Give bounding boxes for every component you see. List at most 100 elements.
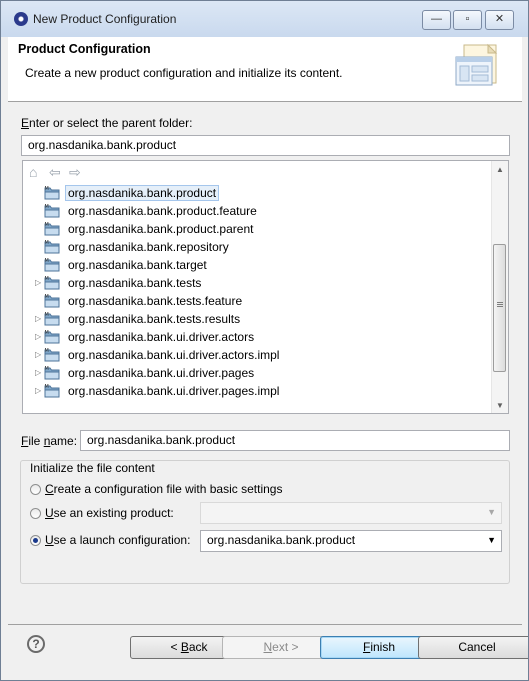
init-group-title: Initialize the file content xyxy=(29,461,156,475)
file-name-input[interactable]: org.nasdanika.bank.product xyxy=(80,430,510,451)
home-icon[interactable]: ⌂ xyxy=(29,164,37,180)
radio-basic-settings-circle[interactable] xyxy=(30,484,41,495)
maven-project-folder-icon: M xyxy=(44,347,60,362)
svg-text:M: M xyxy=(45,366,49,372)
tree-item-label: org.nasdanika.bank.ui.driver.pages xyxy=(68,366,255,380)
wizard-header: Product Configuration Create a new produ… xyxy=(8,37,522,101)
expand-arrow-icon[interactable]: ▷ xyxy=(35,332,41,341)
tree-item-label: org.nasdanika.bank.product xyxy=(64,185,220,201)
existing-product-combo[interactable]: ▼ xyxy=(200,502,502,524)
maven-project-folder-icon: M xyxy=(44,203,60,218)
scroll-thumb[interactable] xyxy=(493,244,506,372)
tree-item[interactable]: Morg.nasdanika.bank.product xyxy=(23,184,493,202)
scroll-up-arrow-icon[interactable]: ▲ xyxy=(496,165,504,174)
svg-text:M: M xyxy=(45,240,49,246)
radio-launch-configuration-text: se a launch configuration: xyxy=(53,533,191,547)
expand-arrow-icon[interactable]: ▷ xyxy=(35,314,41,323)
parent-folder-input[interactable]: org.nasdanika.bank.product xyxy=(21,135,510,156)
title-bar[interactable]: New Product Configuration — ▫ ✕ xyxy=(1,1,528,37)
workspace-tree[interactable]: ⌂ ⇦ ⇨ Morg.nasdanika.bank.product Morg.na… xyxy=(22,160,509,414)
tree-item[interactable]: ▷ Morg.nasdanika.bank.ui.driver.actors.im… xyxy=(23,346,493,364)
radio-existing-product-text: se an existing product: xyxy=(53,506,174,520)
svg-text:M: M xyxy=(45,204,49,210)
file-name-label-mid: ile xyxy=(28,434,44,448)
help-icon[interactable]: ? xyxy=(27,635,45,653)
maven-project-folder-icon: M xyxy=(44,257,60,272)
tree-item-label: org.nasdanika.bank.target xyxy=(68,258,207,272)
page-title: Product Configuration xyxy=(18,42,151,56)
file-name-label: File name: xyxy=(21,434,77,448)
radio-basic-settings-text: reate a configuration file with basic se… xyxy=(53,482,283,496)
tree-item[interactable]: Morg.nasdanika.bank.repository xyxy=(23,238,493,256)
tree-item-label: org.nasdanika.bank.ui.driver.pages.impl xyxy=(68,384,280,398)
parent-folder-label-text: nter or select the parent folder: xyxy=(29,116,193,130)
tree-item-label: org.nasdanika.bank.tests.results xyxy=(68,312,241,326)
file-name-label-rest: ame: xyxy=(50,434,78,448)
product-config-wizard-icon xyxy=(455,43,498,86)
expand-arrow-icon[interactable]: ▷ xyxy=(35,278,41,287)
finish-button-text: inish xyxy=(370,640,396,654)
tree-item[interactable]: Morg.nasdanika.bank.product.parent xyxy=(23,220,493,238)
tree-item[interactable]: Morg.nasdanika.bank.tests.feature xyxy=(23,292,493,310)
radio-basic-settings-label[interactable]: Create a configuration file with basic s… xyxy=(45,482,282,496)
maven-project-folder-icon: M xyxy=(44,185,60,200)
tree-item-label: org.nasdanika.bank.product.parent xyxy=(68,222,254,236)
svg-text:M: M xyxy=(45,186,49,192)
back-button-prefix: < xyxy=(170,640,181,654)
tree-item[interactable]: ▷ Morg.nasdanika.bank.ui.driver.actors xyxy=(23,328,493,346)
parent-folder-label-mnemonic: E xyxy=(21,116,30,130)
tree-item-label: org.nasdanika.bank.product.feature xyxy=(68,204,257,218)
tree-item[interactable]: ▷ Morg.nasdanika.bank.ui.driver.pages.imp… xyxy=(23,382,493,400)
maven-project-folder-icon: M xyxy=(44,383,60,398)
expand-arrow-icon[interactable]: ▷ xyxy=(35,368,41,377)
expand-arrow-icon[interactable]: ▷ xyxy=(35,350,41,359)
svg-text:M: M xyxy=(45,276,49,282)
tree-item-label: org.nasdanika.bank.ui.driver.actors xyxy=(68,330,255,344)
tree-item[interactable]: ▷ Morg.nasdanika.bank.ui.driver.pages xyxy=(23,364,493,382)
existing-product-dropdown-icon[interactable]: ▼ xyxy=(487,503,496,522)
launch-configuration-dropdown-icon[interactable]: ▼ xyxy=(487,531,496,550)
maven-project-folder-icon: M xyxy=(44,311,60,326)
eclipse-icon xyxy=(14,12,28,26)
tree-item[interactable]: ▷ Morg.nasdanika.bank.tests xyxy=(23,274,493,292)
tree-item[interactable]: Morg.nasdanika.bank.product.feature xyxy=(23,202,493,220)
back-button-mnemonic: B xyxy=(180,640,189,654)
svg-text:M: M xyxy=(45,312,49,318)
expand-arrow-icon[interactable]: ▷ xyxy=(35,386,41,395)
launch-configuration-combo[interactable]: org.nasdanika.bank.product ▼ xyxy=(200,530,502,552)
tree-item[interactable]: ▷ Morg.nasdanika.bank.tests.results xyxy=(23,310,493,328)
maven-project-folder-icon: M xyxy=(44,275,60,290)
footer-separator xyxy=(8,624,522,625)
close-button[interactable]: ✕ xyxy=(485,10,514,30)
radio-existing-product-circle[interactable] xyxy=(30,508,41,519)
svg-text:M: M xyxy=(45,222,49,228)
cancel-button[interactable]: Cancel xyxy=(418,636,528,659)
page-description: Create a new product configuration and i… xyxy=(25,66,343,80)
tree-item-label: org.nasdanika.bank.ui.driver.actors.impl xyxy=(68,348,280,362)
radio-existing-product-mnemonic: U xyxy=(45,506,54,520)
minimize-button[interactable]: — xyxy=(422,10,451,30)
maven-project-folder-icon: M xyxy=(44,221,60,236)
scroll-down-arrow-icon[interactable]: ▼ xyxy=(496,401,504,410)
tree-item[interactable]: Morg.nasdanika.bank.target xyxy=(23,256,493,274)
scroll-grip-icon xyxy=(497,302,503,303)
back-arrow-icon[interactable]: ⇦ xyxy=(49,164,61,181)
maven-project-folder-icon: M xyxy=(44,365,60,380)
parent-folder-label: Enter or select the parent folder: xyxy=(21,116,192,130)
radio-existing-product-label[interactable]: Use an existing product: xyxy=(45,506,174,520)
svg-text:M: M xyxy=(45,258,49,264)
svg-text:M: M xyxy=(45,330,49,336)
svg-text:M: M xyxy=(45,384,49,390)
svg-text:M: M xyxy=(45,294,49,300)
maven-project-folder-icon: M xyxy=(44,293,60,308)
next-button-mnemonic: N xyxy=(263,640,273,654)
restore-button[interactable]: ▫ xyxy=(453,10,482,30)
tree-scrollbar[interactable]: ▲ ▼ xyxy=(491,161,508,413)
radio-launch-configuration-label[interactable]: Use a launch configuration: xyxy=(45,533,190,547)
svg-text:M: M xyxy=(45,348,49,354)
forward-arrow-icon[interactable]: ⇨ xyxy=(69,164,81,181)
radio-basic-settings-mnemonic: C xyxy=(45,482,54,496)
radio-launch-configuration-circle[interactable] xyxy=(30,535,41,546)
back-button-text: ack xyxy=(188,640,208,654)
window-title: New Product Configuration xyxy=(33,12,177,26)
